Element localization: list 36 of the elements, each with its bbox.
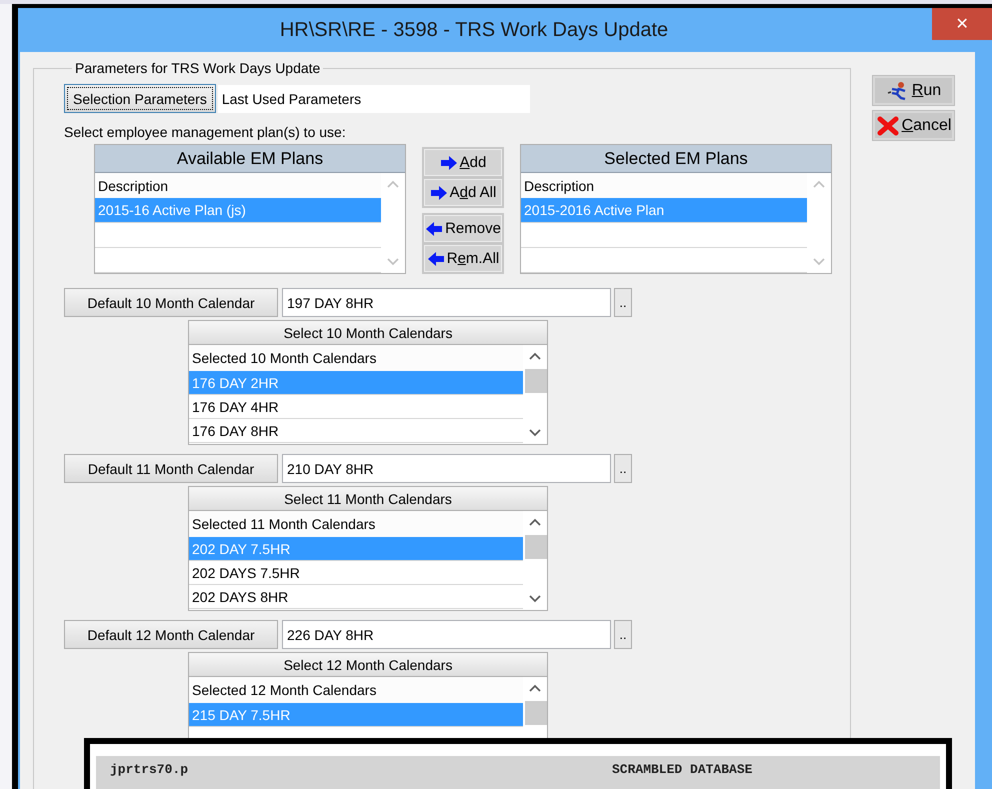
browse-button[interactable]: .. [614, 620, 632, 649]
default-calendar-button[interactable]: Default 11 Month Calendar [64, 454, 278, 483]
browse-button[interactable]: .. [614, 454, 632, 483]
transfer-button[interactable]: Add [424, 149, 502, 176]
selection-parameters-button[interactable]: Selection Parameters [64, 84, 216, 113]
scroll-thumb[interactable] [525, 369, 547, 393]
list-title: Available EM Plans [95, 145, 405, 173]
close-button[interactable]: ✕ [932, 8, 992, 40]
calendar-field[interactable]: 197 DAY 8HR [282, 288, 611, 317]
program-name: jprtrs70.p [110, 762, 190, 779]
right-arrow-icon [440, 154, 458, 170]
calendar-field[interactable]: 210 DAY 8HR [282, 454, 611, 483]
left-arrow-icon [426, 250, 445, 266]
action-button[interactable]: Cancel [873, 111, 954, 140]
database-label: SCRAMBLED DATABASE [612, 762, 754, 779]
select-calendars-button[interactable]: Select 11 Month Calendars [188, 486, 548, 511]
scroll-thumb[interactable] [525, 535, 547, 559]
select-calendars-button[interactable]: Select 12 Month Calendars [188, 652, 548, 677]
transfer-button[interactable]: Add All [424, 179, 502, 206]
select-calendars-button[interactable]: Select 10 Month Calendars [188, 320, 548, 345]
cross-icon [876, 116, 900, 136]
scroll-thumb[interactable] [525, 701, 547, 725]
plans-label: Select employee management plan(s) to use: [64, 124, 346, 140]
parameters-field[interactable]: Last Used Parameters [218, 84, 530, 112]
transfer-button[interactable]: Rem.All [424, 245, 502, 272]
group-legend: Parameters for TRS Work Days Update [72, 60, 324, 76]
list-title: Selected EM Plans [521, 145, 831, 173]
action-button[interactable]: Run [873, 76, 954, 105]
left-arrow-icon [425, 220, 444, 236]
right-arrow-icon [430, 184, 448, 200]
calendar-field[interactable]: 226 DAY 8HR [282, 620, 611, 649]
default-calendar-button[interactable]: Default 12 Month Calendar [64, 620, 278, 649]
default-calendar-button[interactable]: Default 10 Month Calendar [64, 288, 278, 317]
browse-button[interactable]: .. [614, 288, 632, 317]
window-title: HR\SR\RE - 3598 - TRS Work Days Update [278, 18, 670, 42]
transfer-button[interactable]: Remove [424, 215, 502, 242]
